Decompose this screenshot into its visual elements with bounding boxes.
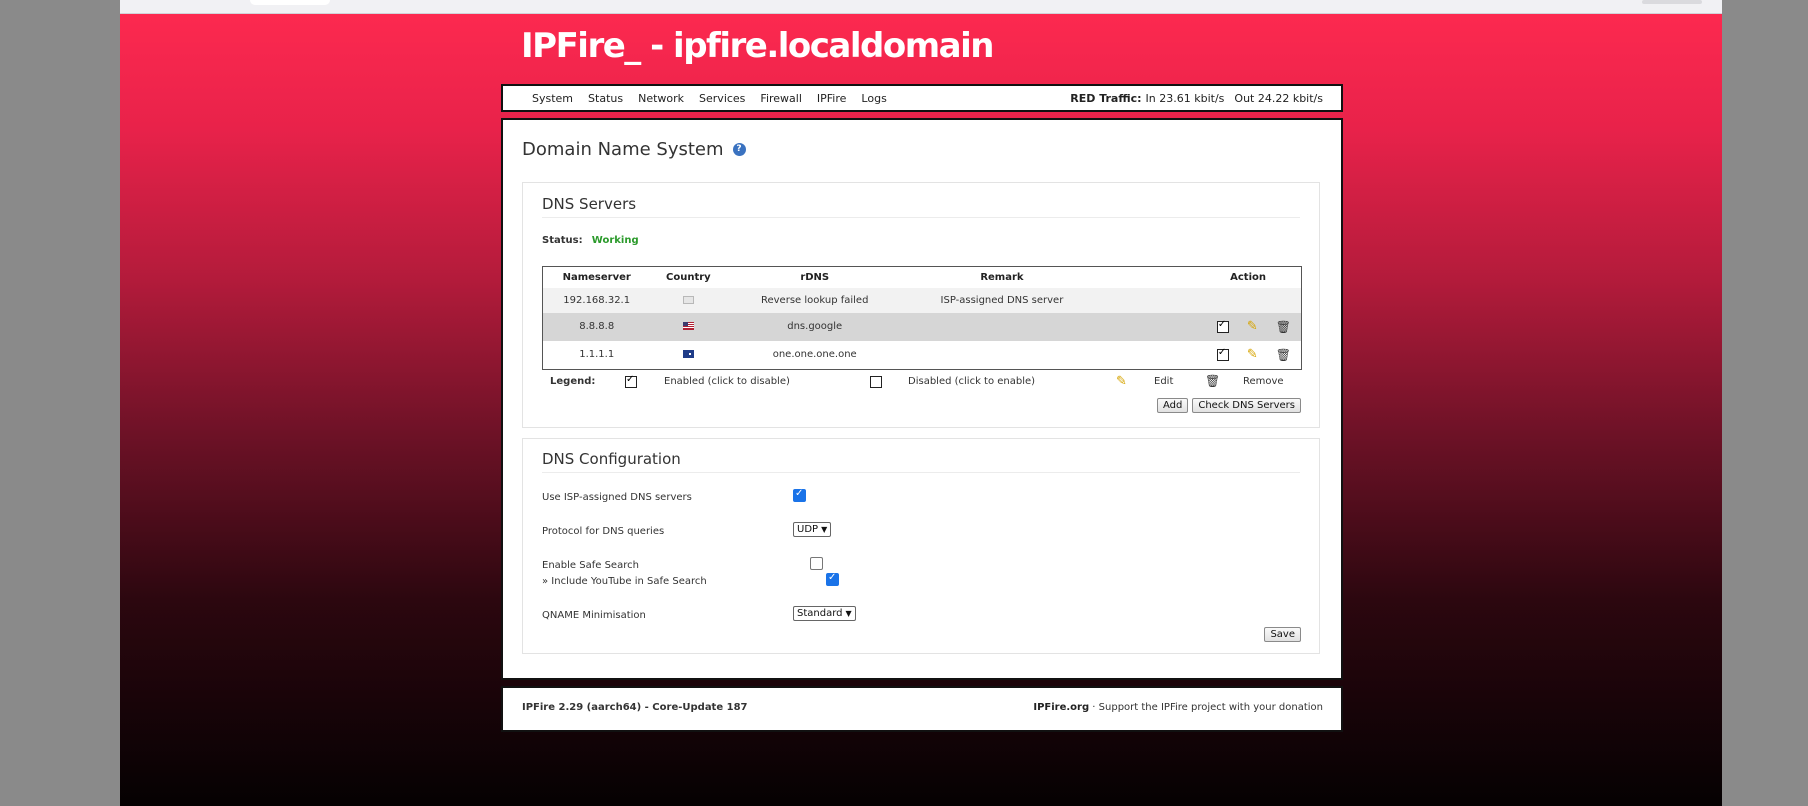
section-divider — [542, 472, 1300, 473]
protocol-select[interactable]: UDP ▼ — [793, 522, 832, 537]
unknown-flag-icon — [682, 295, 694, 304]
menu-services[interactable]: Services — [699, 92, 745, 105]
col-remark: Remark — [980, 271, 1024, 283]
chevron-down-icon: ▼ — [845, 609, 852, 618]
remark-cell: ISP-assigned DNS server — [903, 287, 1101, 313]
traffic-label: RED Traffic: — [1070, 91, 1142, 105]
status-value: Working — [591, 235, 639, 246]
remove-trash-icon[interactable]: 🗑 — [1276, 320, 1291, 334]
us-flag-icon — [682, 322, 694, 331]
enabled-toggle-icon[interactable] — [1216, 347, 1229, 361]
protocol-value: UDP — [797, 524, 819, 535]
rdns-cell: one.one.one.one — [772, 349, 857, 361]
legend-trash-icon: 🗑 — [1205, 374, 1221, 388]
safe-search-checkbox[interactable] — [809, 557, 823, 570]
col-rdns: rDNS — [800, 271, 830, 283]
remove-trash-icon[interactable]: 🗑 — [1276, 348, 1291, 362]
dns-status: Status: Working — [542, 235, 639, 246]
main-content: Domain Name System ? DNS Servers Status:… — [501, 118, 1343, 680]
red-traffic-indicator: RED Traffic: In 23.61 kbit/s Out 24.22 k… — [1070, 86, 1323, 110]
youtube-safe-search-label: » Include YouTube in Safe Search — [542, 576, 707, 587]
menu-network[interactable]: Network — [638, 92, 684, 105]
edit-pencil-icon[interactable]: ✎ — [1247, 347, 1258, 362]
edit-pencil-icon[interactable]: ✎ — [1247, 319, 1258, 334]
menu-logs[interactable]: Logs — [861, 92, 886, 105]
page-title: Domain Name System ? — [522, 139, 746, 160]
qname-value: Standard — [797, 608, 843, 619]
traffic-in: In 23.61 kbit/s — [1145, 91, 1225, 105]
legend-disabled-icon — [870, 376, 882, 388]
row-actions: ✎ 🗑 — [1101, 347, 1301, 362]
menu-system[interactable]: System — [532, 92, 573, 105]
row-actions: ✎ 🗑 — [1101, 319, 1301, 334]
protocol-label: Protocol for DNS queries — [542, 526, 665, 537]
save-button[interactable]: Save — [1264, 627, 1301, 642]
ipfire-org-link[interactable]: IPFire.org — [1033, 702, 1089, 713]
footer-links: IPFire.org · Support the IPFire project … — [1033, 702, 1323, 713]
use-isp-label: Use ISP-assigned DNS servers — [542, 492, 692, 503]
legend-edit-text: Edit — [1154, 376, 1174, 387]
page-title-text: Domain Name System — [522, 139, 724, 160]
browser-toolbar-icons[interactable] — [1642, 0, 1702, 4]
table-row: 8.8.8.8 dns.google ✎ 🗑 — [542, 312, 1302, 341]
legend-enabled-icon — [625, 374, 637, 388]
add-button[interactable]: Add — [1156, 398, 1189, 413]
remark-cell — [903, 341, 1101, 370]
legend-pencil-icon: ✎ — [1116, 374, 1127, 389]
use-isp-checkbox[interactable] — [793, 488, 806, 502]
legend-disabled-text: Disabled (click to enable) — [908, 376, 1036, 387]
qname-select[interactable]: Standard ▼ — [793, 606, 856, 621]
browser-url-bar[interactable] — [120, 0, 1722, 14]
dns-servers-heading: DNS Servers — [542, 195, 637, 213]
legend: Legend: Enabled (click to disable) Disab… — [542, 374, 1302, 392]
help-icon[interactable]: ? — [732, 143, 746, 156]
footer: IPFire 2.29 (aarch64) - Core-Update 187 … — [501, 686, 1343, 732]
safe-search-label: Enable Safe Search — [542, 560, 639, 571]
remark-cell — [903, 312, 1101, 341]
menu-status[interactable]: Status — [588, 92, 623, 105]
chevron-down-icon: ▼ — [821, 525, 828, 534]
enabled-toggle-icon[interactable] — [1216, 319, 1229, 333]
youtube-safe-search-checkbox[interactable] — [826, 572, 839, 586]
dns-config-heading: DNS Configuration — [542, 450, 681, 468]
nameserver-cell: 1.1.1.1 — [579, 349, 615, 361]
legend-remove-text: Remove — [1243, 376, 1284, 387]
nameserver-cell: 8.8.8.8 — [542, 312, 651, 341]
nameserver-cell: 192.168.32.1 — [542, 287, 651, 313]
donation-text: · Support the IPFire project with your d… — [1089, 702, 1323, 713]
table-row: 1.1.1.1 one.one.one.one ✎ 🗑 — [543, 341, 1302, 370]
browser-viewport: IPFire_ - ipfire.localdomain System Stat… — [120, 0, 1722, 806]
rdns-cell: Reverse lookup failed — [726, 287, 904, 313]
menu-firewall[interactable]: Firewall — [760, 92, 801, 105]
menu-ipfire[interactable]: IPFire — [817, 92, 847, 105]
status-label: Status: — [542, 235, 583, 246]
server-buttons: Add Check DNS Servers — [1156, 398, 1301, 413]
col-country: Country — [666, 271, 711, 283]
col-nameserver: Nameserver — [562, 271, 631, 283]
section-divider — [542, 217, 1300, 218]
dns-servers-section: DNS Servers Status: Working Nameserver C… — [522, 182, 1320, 428]
dns-configuration-section: DNS Configuration Use ISP-assigned DNS s… — [522, 438, 1320, 654]
site-banner-title: IPFire_ - ipfire.localdomain — [521, 26, 994, 66]
rdns-cell: dns.google — [726, 312, 904, 341]
version-info: IPFire 2.29 (aarch64) - Core-Update 187 — [522, 702, 748, 713]
traffic-out: Out 24.22 kbit/s — [1234, 91, 1323, 105]
nameserver-table: Nameserver Country rDNS Remark Action 19… — [542, 266, 1302, 370]
legend-label: Legend: — [550, 376, 596, 387]
table-row: 192.168.32.1 Reverse lookup failed ISP-a… — [542, 287, 1302, 313]
qname-label: QNAME Minimisation — [542, 610, 646, 621]
col-action: Action — [1230, 271, 1266, 283]
main-menu: System Status Network Services Firewall … — [532, 86, 902, 110]
au-flag-icon — [682, 350, 694, 359]
table-header-row: Nameserver Country rDNS Remark Action — [543, 267, 1302, 288]
legend-enabled-text: Enabled (click to disable) — [664, 376, 790, 387]
check-dns-servers-button[interactable]: Check DNS Servers — [1192, 398, 1301, 413]
address-field[interactable] — [250, 0, 330, 5]
main-menu-bar: System Status Network Services Firewall … — [501, 84, 1343, 112]
